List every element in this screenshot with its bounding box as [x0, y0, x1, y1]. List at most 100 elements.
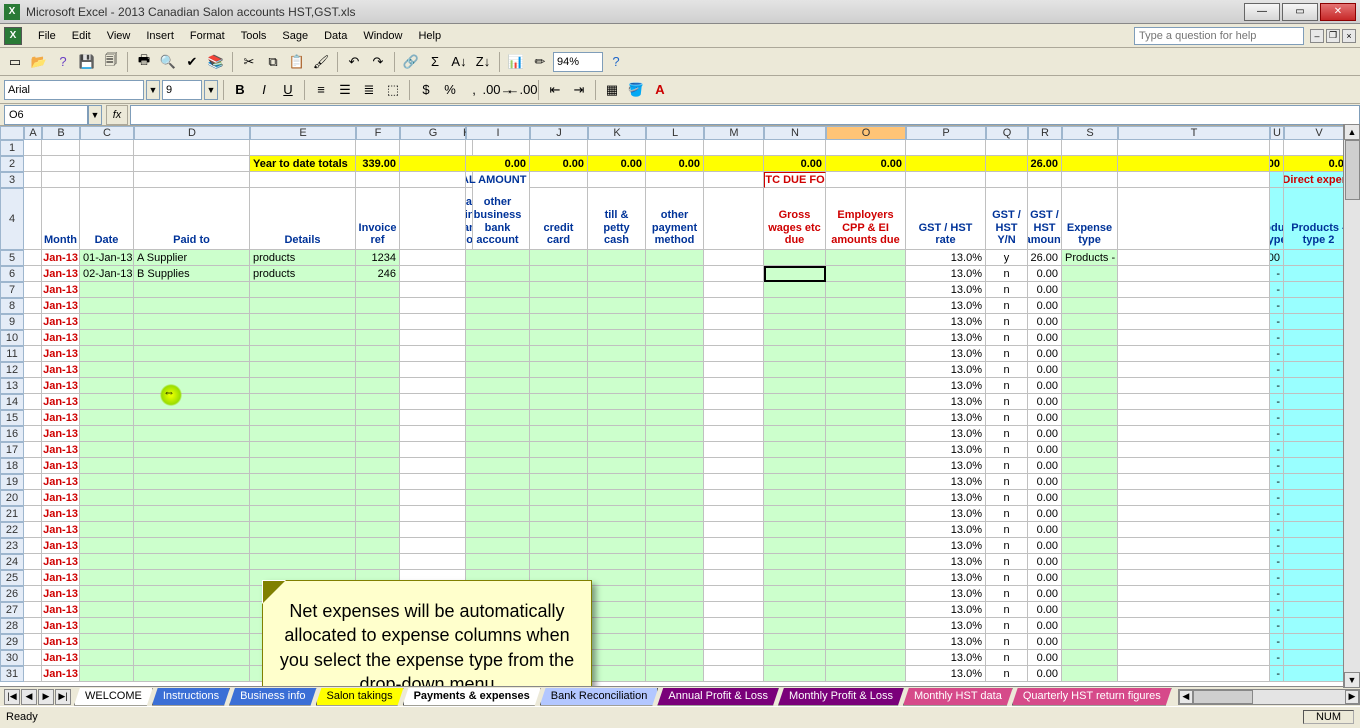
row-header-29[interactable]: 29 — [0, 634, 24, 650]
cell[interactable] — [588, 426, 646, 442]
cell[interactable]: Jan-13 — [42, 298, 80, 314]
cell[interactable] — [250, 394, 356, 410]
cell[interactable] — [1062, 586, 1118, 602]
cell[interactable]: 339.00 — [356, 156, 400, 172]
cell[interactable]: n — [986, 506, 1028, 522]
cell[interactable] — [704, 172, 764, 188]
cell[interactable]: 0.00 — [1028, 282, 1062, 298]
cell[interactable]: n — [986, 346, 1028, 362]
cell[interactable]: - — [1270, 458, 1284, 474]
cell[interactable] — [250, 282, 356, 298]
cell[interactable] — [80, 458, 134, 474]
cell[interactable]: 13.0% — [906, 586, 986, 602]
cell[interactable] — [704, 570, 764, 586]
zoom-input[interactable] — [553, 52, 603, 72]
row-header-31[interactable]: 31 — [0, 666, 24, 682]
cell[interactable]: n — [986, 410, 1028, 426]
cell[interactable] — [826, 554, 906, 570]
cell[interactable] — [134, 554, 250, 570]
cell[interactable] — [530, 314, 588, 330]
cell[interactable] — [466, 362, 530, 378]
cell[interactable] — [24, 362, 42, 378]
cell[interactable] — [24, 330, 42, 346]
cell[interactable]: 13.0% — [906, 666, 986, 682]
col-header-D[interactable]: D — [134, 126, 250, 140]
cell[interactable] — [588, 172, 646, 188]
vertical-scrollbar[interactable]: ▲ ▼ — [1343, 124, 1360, 688]
cell[interactable]: WAGES ETC DUE FOR MONTH — [764, 172, 826, 188]
cell[interactable] — [826, 394, 906, 410]
cell[interactable]: Jan-13 — [42, 266, 80, 282]
cell[interactable]: - — [1270, 570, 1284, 586]
cell[interactable] — [356, 474, 400, 490]
cell[interactable] — [466, 394, 530, 410]
cell[interactable] — [826, 140, 906, 156]
tab-last-icon[interactable]: ▶| — [55, 689, 71, 705]
save-icon[interactable]: 💾 — [76, 51, 98, 73]
cell[interactable] — [764, 426, 826, 442]
cell[interactable] — [530, 298, 588, 314]
cell[interactable] — [1062, 490, 1118, 506]
cell[interactable] — [764, 618, 826, 634]
cell[interactable] — [1118, 156, 1270, 172]
cell[interactable]: n — [986, 570, 1028, 586]
cell[interactable] — [826, 172, 906, 188]
cell[interactable] — [588, 250, 646, 266]
cell[interactable]: 0.00 — [764, 156, 826, 172]
cell[interactable] — [588, 298, 646, 314]
cell[interactable] — [1118, 140, 1270, 156]
cell[interactable]: 13.0% — [906, 602, 986, 618]
chart-icon[interactable]: 📊 — [505, 51, 527, 73]
cell[interactable] — [764, 346, 826, 362]
cell[interactable] — [134, 522, 250, 538]
cell[interactable] — [134, 634, 250, 650]
research-icon[interactable]: 📚 — [205, 51, 227, 73]
maximize-button[interactable]: ▭ — [1282, 3, 1318, 21]
cell[interactable] — [24, 346, 42, 362]
cell[interactable] — [400, 426, 466, 442]
header-Q[interactable]: GST / HST Y/N — [986, 188, 1028, 250]
cell[interactable] — [530, 506, 588, 522]
cell[interactable] — [1062, 522, 1118, 538]
cell[interactable]: - — [1270, 666, 1284, 682]
cell[interactable]: 0.00 — [1028, 314, 1062, 330]
cell[interactable] — [1270, 140, 1284, 156]
cell[interactable] — [588, 314, 646, 330]
cell[interactable]: 02-Jan-13 — [80, 266, 134, 282]
cell[interactable]: 0.00 — [1028, 394, 1062, 410]
cell[interactable] — [646, 314, 704, 330]
row-header-25[interactable]: 25 — [0, 570, 24, 586]
cell[interactable] — [530, 426, 588, 442]
horizontal-scrollbar[interactable]: ◀ ▶ — [1178, 689, 1360, 705]
cell[interactable] — [530, 172, 588, 188]
cell[interactable] — [826, 634, 906, 650]
cell[interactable]: - — [1270, 282, 1284, 298]
cell[interactable] — [704, 458, 764, 474]
cell[interactable] — [530, 554, 588, 570]
cell[interactable]: products — [250, 250, 356, 266]
merge-icon[interactable]: ⬚ — [382, 79, 404, 101]
cell[interactable] — [906, 140, 986, 156]
cell[interactable] — [1118, 554, 1270, 570]
menu-window[interactable]: Window — [355, 28, 410, 44]
cell[interactable] — [1062, 298, 1118, 314]
cell[interactable] — [588, 650, 646, 666]
cell[interactable] — [466, 140, 530, 156]
row-header-11[interactable]: 11 — [0, 346, 24, 362]
row-header-9[interactable]: 9 — [0, 314, 24, 330]
row-header-7[interactable]: 7 — [0, 282, 24, 298]
cell[interactable]: 13.0% — [906, 266, 986, 282]
cell[interactable] — [530, 474, 588, 490]
cell[interactable] — [1118, 346, 1270, 362]
cell[interactable]: 0.00 — [1028, 474, 1062, 490]
cell[interactable] — [356, 394, 400, 410]
cell[interactable] — [704, 522, 764, 538]
font-name-dropdown-icon[interactable]: ▼ — [146, 80, 160, 100]
row-header-23[interactable]: 23 — [0, 538, 24, 554]
autosum-icon[interactable]: Σ — [424, 51, 446, 73]
vscroll-thumb[interactable] — [1345, 140, 1360, 200]
cell[interactable] — [42, 140, 80, 156]
cell[interactable]: - — [1270, 650, 1284, 666]
cell[interactable] — [400, 394, 466, 410]
cell[interactable] — [24, 172, 42, 188]
